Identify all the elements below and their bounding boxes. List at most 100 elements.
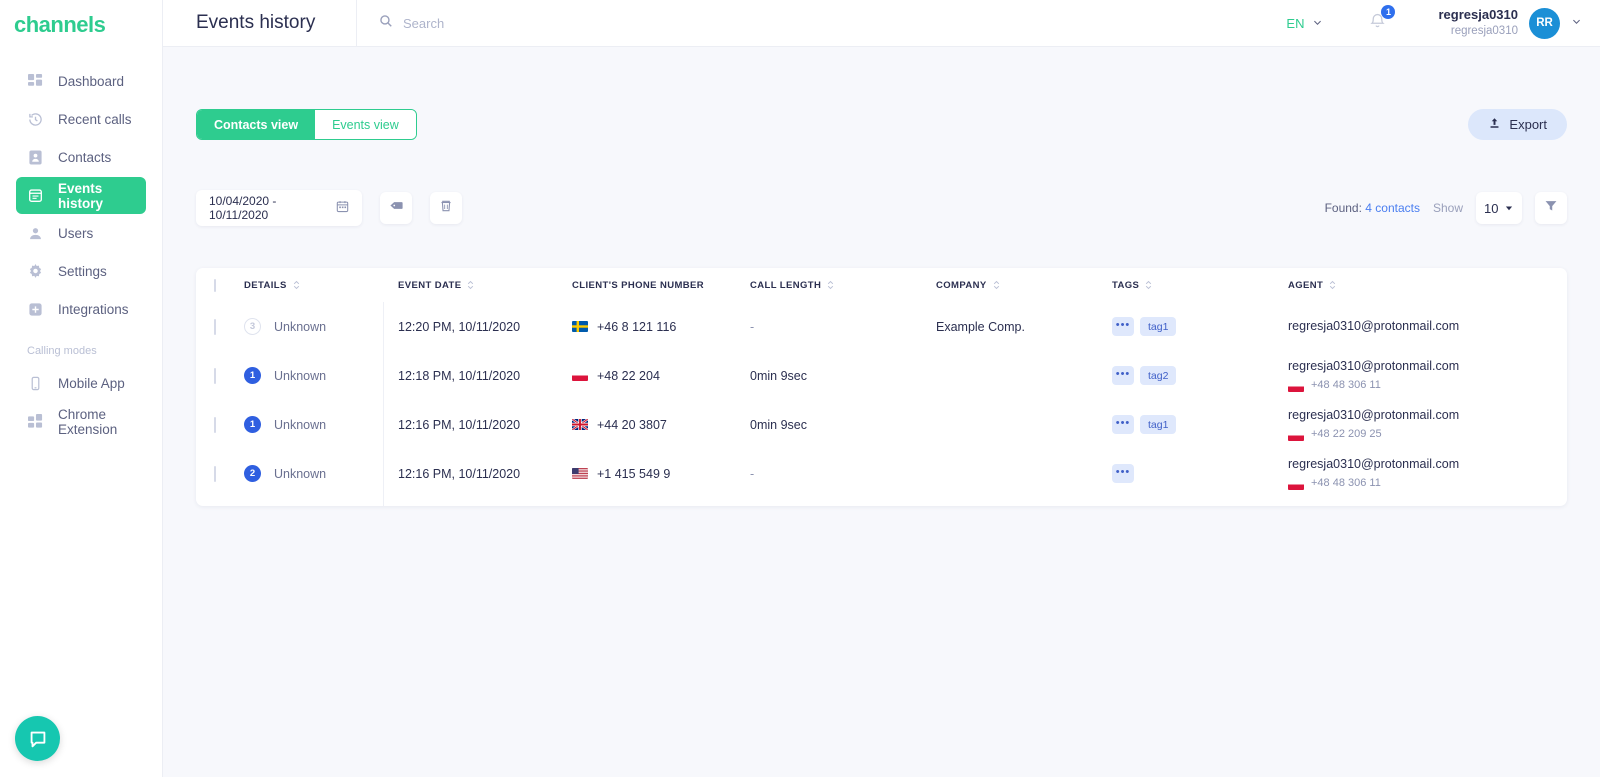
sort-icon bbox=[1145, 280, 1152, 290]
sidebar-item-settings[interactable]: Settings bbox=[16, 253, 146, 290]
sidebar-item-events-history[interactable]: Events history bbox=[16, 177, 146, 214]
agent-phone: +48 48 306 11 bbox=[1288, 476, 1567, 492]
tag-filter-button[interactable] bbox=[380, 192, 412, 224]
tag-chip[interactable]: tag2 bbox=[1140, 366, 1177, 385]
sort-icon bbox=[993, 280, 1000, 290]
integrations-icon bbox=[27, 301, 44, 318]
tab-contacts-view[interactable]: Contacts view bbox=[197, 110, 316, 139]
client-phone-value: +48 22 204 bbox=[597, 368, 660, 383]
chat-bubble-icon[interactable] bbox=[15, 716, 60, 761]
details-count-badge: 3 bbox=[244, 318, 261, 335]
events-icon bbox=[27, 187, 44, 204]
details-label: Unknown bbox=[274, 417, 327, 432]
company-cell bbox=[936, 351, 1112, 400]
sidebar-item-chrome-extension[interactable]: Chrome Extension bbox=[16, 403, 146, 440]
trash-icon bbox=[439, 199, 453, 218]
details-label: Unknown bbox=[274, 319, 327, 334]
notifications-button[interactable]: 1 bbox=[1347, 5, 1408, 34]
tags-more-button[interactable]: ••• bbox=[1112, 317, 1134, 336]
column-header-company[interactable]: COMPANY bbox=[936, 268, 1112, 302]
sidebar-item-label: Dashboard bbox=[58, 74, 125, 89]
call-length-cell: 0min 9sec bbox=[750, 417, 807, 432]
search-input[interactable] bbox=[403, 15, 703, 31]
bell-icon bbox=[1369, 13, 1386, 33]
sidebar-item-integrations[interactable]: Integrations bbox=[16, 291, 146, 328]
dashboard-icon bbox=[27, 73, 44, 90]
calendar-icon bbox=[336, 200, 349, 216]
row-checkbox[interactable] bbox=[214, 318, 216, 335]
column-header-tags[interactable]: TAGS bbox=[1112, 268, 1288, 302]
table-row[interactable]: 1 Unknown 12:18 PM, 10/11/2020 +48 22 20… bbox=[196, 351, 1567, 400]
country-flag-icon bbox=[572, 468, 588, 479]
page-size-value: 10 bbox=[1484, 200, 1499, 216]
filter-row: 10/04/2020 - 10/11/2020 Found: 4 contact… bbox=[196, 190, 1567, 226]
filter-button[interactable] bbox=[1535, 192, 1567, 224]
topbar: Events history EN 1 bbox=[163, 0, 1600, 47]
table-row[interactable]: 3 Unknown 12:20 PM, 10/11/2020 +46 8 121… bbox=[196, 302, 1567, 351]
tags-more-button[interactable]: ••• bbox=[1112, 464, 1134, 483]
events-table-card: DETAILS EVENT DATE CLIENT'S PHONE NUMBER… bbox=[196, 268, 1567, 506]
event-date-cell: 12:16 PM, 10/11/2020 bbox=[398, 466, 521, 481]
country-flag-icon bbox=[1288, 478, 1304, 490]
sort-icon bbox=[467, 280, 474, 290]
agent-phone-value: +48 48 306 11 bbox=[1311, 477, 1381, 490]
country-flag-icon bbox=[1288, 380, 1304, 392]
client-phone-value: +44 20 3807 bbox=[597, 417, 667, 432]
export-button[interactable]: Export bbox=[1468, 109, 1567, 140]
table-row[interactable]: 2 Unknown 12:16 PM, 10/11/2020 +1 415 54… bbox=[196, 449, 1567, 498]
details-cell: 3 Unknown bbox=[244, 302, 384, 351]
client-phone-value: +46 8 121 116 bbox=[597, 319, 677, 334]
row-checkbox[interactable] bbox=[214, 465, 216, 482]
funnel-icon bbox=[1544, 199, 1558, 218]
tags-cell: ••• tag2 bbox=[1112, 351, 1288, 400]
filter-right: Found: 4 contacts Show 10 bbox=[1325, 192, 1567, 224]
brand-logo[interactable]: channels bbox=[0, 0, 162, 47]
company-cell: Example Comp. bbox=[936, 319, 1025, 334]
date-range-value: 10/04/2020 - 10/11/2020 bbox=[209, 194, 277, 222]
table-row[interactable]: 1 Unknown 12:16 PM, 10/11/2020 +44 20 38… bbox=[196, 400, 1567, 449]
tags-cell: ••• bbox=[1112, 449, 1288, 498]
details-label: Unknown bbox=[274, 368, 327, 383]
main-area: Events history EN 1 bbox=[163, 0, 1600, 777]
tag-chip[interactable]: tag1 bbox=[1140, 415, 1177, 434]
page-size-select[interactable]: 10 bbox=[1476, 192, 1522, 224]
language-label: EN bbox=[1286, 15, 1305, 31]
sidebar-item-mobile-app[interactable]: Mobile App bbox=[16, 365, 146, 402]
sidebar-item-dashboard[interactable]: Dashboard bbox=[16, 63, 146, 100]
tags-cell: ••• tag1 bbox=[1112, 302, 1288, 351]
delete-button[interactable] bbox=[430, 192, 462, 224]
tab-events-view[interactable]: Events view bbox=[315, 110, 416, 139]
notification-badge: 1 bbox=[1381, 5, 1396, 19]
sidebar-item-users[interactable]: Users bbox=[16, 215, 146, 252]
date-range-picker[interactable]: 10/04/2020 - 10/11/2020 bbox=[196, 190, 362, 226]
column-header-agent[interactable]: AGENT bbox=[1288, 268, 1567, 302]
found-count: Found: 4 contacts bbox=[1325, 201, 1420, 215]
sidebar-item-contacts[interactable]: Contacts bbox=[16, 139, 146, 176]
row-checkbox[interactable] bbox=[214, 367, 216, 384]
sidebar-item-label: Mobile App bbox=[58, 376, 125, 391]
found-value[interactable]: 4 contacts bbox=[1365, 201, 1420, 215]
user-menu[interactable]: regresja0310 regresja0310 RR bbox=[1408, 6, 1582, 39]
details-count-badge: 1 bbox=[244, 367, 261, 384]
tag-chip[interactable]: tag1 bbox=[1140, 317, 1177, 336]
table-column-divider bbox=[383, 302, 384, 506]
language-selector[interactable]: EN bbox=[1262, 16, 1347, 31]
details-cell: 1 Unknown bbox=[244, 351, 384, 400]
column-label: TAGS bbox=[1112, 279, 1140, 291]
tags-more-button[interactable]: ••• bbox=[1112, 415, 1134, 434]
table-header-row: DETAILS EVENT DATE CLIENT'S PHONE NUMBER… bbox=[196, 268, 1567, 302]
sidebar-item-recent-calls[interactable]: Recent calls bbox=[16, 101, 146, 138]
view-toggle: Contacts view Events view bbox=[196, 109, 417, 140]
select-all-checkbox[interactable] bbox=[214, 278, 216, 292]
sidebar-item-label: Users bbox=[58, 226, 94, 241]
details-count-badge: 1 bbox=[244, 416, 261, 433]
column-header-details[interactable]: DETAILS bbox=[244, 268, 384, 302]
upload-icon bbox=[1488, 117, 1501, 133]
tags-more-button[interactable]: ••• bbox=[1112, 366, 1134, 385]
row-checkbox[interactable] bbox=[214, 416, 216, 433]
column-header-event-date[interactable]: EVENT DATE bbox=[384, 268, 572, 302]
user-name: regresja0310 bbox=[1438, 7, 1518, 23]
agent-email: regresja0310@protonmail.com bbox=[1288, 456, 1460, 471]
gear-icon bbox=[27, 263, 44, 280]
column-header-call-length[interactable]: CALL LENGTH bbox=[750, 268, 936, 302]
